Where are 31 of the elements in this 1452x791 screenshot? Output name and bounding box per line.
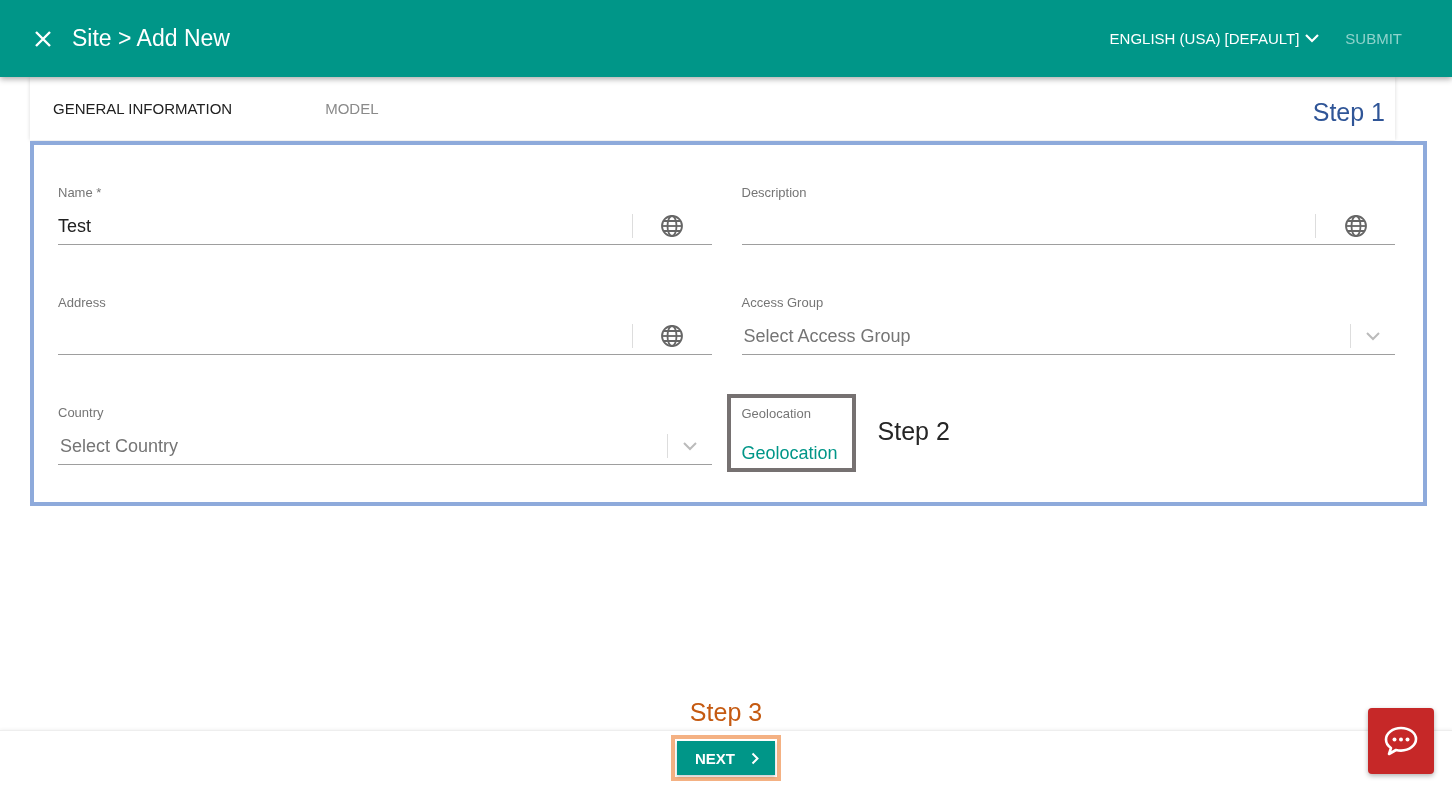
field-label: Name * (58, 185, 103, 200)
tab[interactable]: MODEL (325, 100, 379, 117)
annotation-label: Step 3 (688, 698, 764, 727)
close-icon[interactable] (34, 29, 52, 48)
next-button[interactable]: NEXT (677, 741, 775, 775)
chevron-right-icon (751, 751, 759, 765)
globe-icon[interactable] (1343, 214, 1368, 238)
language-dropdown[interactable]: ENGLISH (USA) [DEFAULT] (1109, 30, 1320, 47)
annotation-label: Step 2 (877, 417, 950, 446)
dropdown[interactable]: Select Access Group (741, 318, 1395, 355)
chevron-down-icon (1305, 34, 1320, 43)
text-field[interactable]: Test (58, 208, 712, 245)
chat-bubble-icon (1383, 725, 1419, 757)
globe-icon[interactable] (660, 324, 684, 348)
chevron-down-icon (1366, 331, 1380, 341)
field-label: Description (741, 185, 808, 200)
field-label: Geolocation (741, 406, 812, 421)
field-label: Country (58, 405, 105, 420)
placeholder: Select Access Group (742, 325, 912, 347)
field-value: Test (58, 215, 92, 237)
placeholder: Select Country (59, 435, 180, 457)
tab[interactable]: GENERAL INFORMATION (53, 100, 233, 117)
field-label: Address (58, 295, 107, 310)
chevron-down-icon (682, 441, 697, 451)
globe-icon[interactable] (660, 214, 684, 238)
annotation-label: Step 1 (1312, 98, 1385, 127)
dropdown[interactable]: Select Country (58, 428, 712, 465)
page-title: Site > Add New (72, 25, 231, 52)
chat-button[interactable] (1368, 708, 1434, 774)
geolocation-link[interactable]: Geolocation (741, 443, 838, 464)
field-label: Access Group (741, 295, 825, 310)
